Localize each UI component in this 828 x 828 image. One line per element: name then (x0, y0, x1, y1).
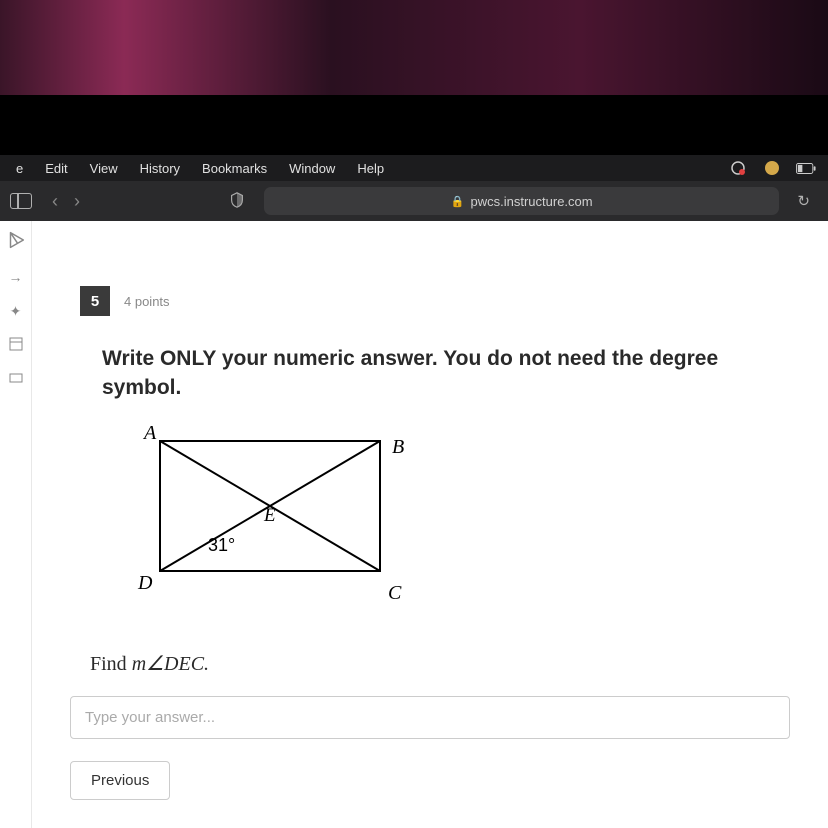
safari-toolbar: ‹ › 🔒 pwcs.instructure.com ↻ (0, 181, 828, 221)
menu-app[interactable]: e (6, 158, 33, 179)
previous-button[interactable]: Previous (70, 761, 170, 800)
answer-input[interactable] (70, 696, 790, 739)
menu-view[interactable]: View (80, 158, 128, 179)
menu-edit[interactable]: Edit (35, 158, 77, 179)
forward-button[interactable]: › (66, 191, 88, 212)
angle-label: 31° (208, 535, 235, 555)
formative-logo-icon[interactable] (5, 229, 27, 251)
macos-menu-bar: e Edit View History Bookmarks Window Hel… (0, 155, 828, 181)
question-prompt: Find m∠DEC. (90, 651, 828, 676)
tool-icon-1[interactable]: ✦ (8, 303, 24, 319)
back-button[interactable]: ‹ (44, 191, 66, 212)
formative-rail: → ✦ (0, 221, 32, 828)
sidebar-toggle-icon[interactable] (10, 193, 32, 209)
tool-icon-2[interactable] (8, 337, 24, 353)
battery-icon[interactable] (796, 160, 816, 176)
menu-window[interactable]: Window (279, 158, 345, 179)
label-d: D (137, 572, 153, 594)
geometry-figure: A B C D E 31° (130, 421, 430, 621)
lock-icon: 🔒 (451, 195, 465, 208)
privacy-shield-icon[interactable] (228, 191, 248, 211)
label-c: C (388, 582, 402, 604)
page-content: → ✦ 5 4 points Write ONLY your numeric a… (0, 221, 828, 828)
reload-button[interactable]: ↻ (789, 192, 818, 210)
laptop-bezel (0, 95, 828, 155)
label-b: B (392, 436, 404, 458)
user-icon[interactable] (762, 160, 782, 176)
question-header: 5 4 points (80, 286, 828, 316)
menu-help[interactable]: Help (347, 158, 394, 179)
label-e: E (263, 505, 276, 526)
question-panel: 5 4 points Write ONLY your numeric answe… (32, 221, 828, 828)
status-icon[interactable] (728, 160, 748, 176)
label-a: A (142, 422, 157, 444)
menu-bookmarks[interactable]: Bookmarks (192, 158, 277, 179)
expand-icon[interactable]: → (8, 269, 24, 285)
question-number: 5 (80, 286, 110, 316)
question-instruction: Write ONLY your numeric answer. You do n… (102, 344, 802, 403)
tool-icon-3[interactable] (8, 371, 24, 387)
url-text: pwcs.instructure.com (471, 194, 593, 209)
menu-history[interactable]: History (130, 158, 190, 179)
question-points: 4 points (124, 294, 170, 309)
address-bar[interactable]: 🔒 pwcs.instructure.com (264, 187, 779, 215)
